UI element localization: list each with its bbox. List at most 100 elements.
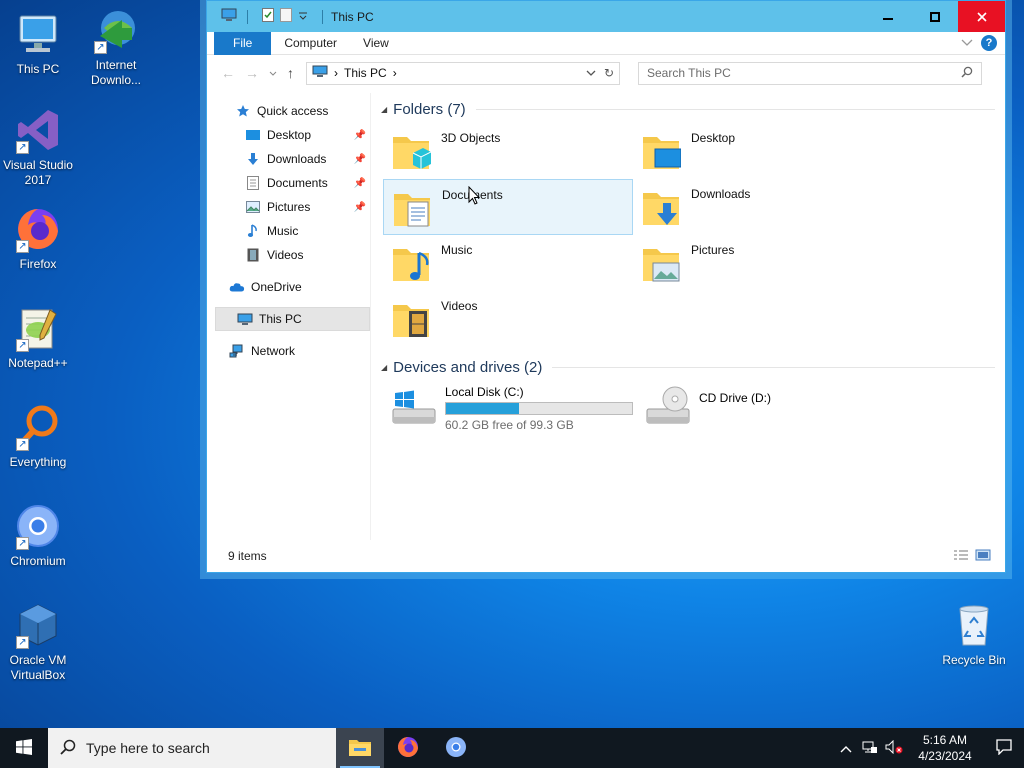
breadcrumb-this-pc[interactable]: This PC: [344, 66, 387, 80]
chevron-up-icon[interactable]: [834, 741, 858, 756]
drive-c[interactable]: Local Disk (C:) 60.2 GB free of 99.3 GB: [383, 385, 637, 432]
start-button[interactable]: [0, 728, 48, 768]
computer-icon: [221, 8, 237, 25]
pin-icon[interactable]: 📌: [354, 154, 366, 165]
folder-videos[interactable]: Videos: [383, 291, 633, 347]
virtualbox-icon: ↗: [14, 601, 62, 649]
address-bar[interactable]: › This PC › ↻: [306, 61, 620, 85]
system-tray: 5:16 AM 4/23/2024: [834, 728, 1024, 768]
pin-icon[interactable]: 📌: [354, 202, 366, 213]
taskbar-file-explorer[interactable]: [336, 728, 384, 768]
folder-desktop[interactable]: Desktop: [633, 123, 883, 179]
nav-onedrive[interactable]: OneDrive: [207, 275, 370, 299]
firefox-icon: [396, 735, 420, 762]
group-header-folders[interactable]: ◢ Folders (7): [381, 99, 1005, 119]
address-dropdown-icon[interactable]: [586, 66, 596, 80]
desktop-icon-chromium[interactable]: ↗ Chromium: [0, 502, 76, 569]
desktop-icon-visual-studio[interactable]: ↗ Visual Studio 2017: [0, 106, 76, 188]
shortcut-arrow-icon: ↗: [16, 339, 29, 352]
desktop-icon-internet-download-manager[interactable]: ↗ Internet Downlo...: [78, 6, 154, 88]
collapse-triangle-icon[interactable]: ◢: [381, 363, 387, 372]
nav-downloads[interactable]: Downloads 📌: [207, 147, 370, 171]
search-input[interactable]: [647, 66, 961, 80]
back-arrow-icon[interactable]: ←: [221, 65, 235, 81]
volume-muted-icon[interactable]: [882, 739, 906, 757]
breadcrumb-chevron-icon[interactable]: ›: [334, 66, 338, 80]
search-icon: [60, 739, 76, 758]
maximize-button[interactable]: [911, 1, 958, 32]
desktop-icon-everything[interactable]: ↗ Everything: [0, 403, 76, 470]
document-icon: [245, 175, 261, 191]
cloud-icon: [229, 279, 245, 295]
search-icon[interactable]: [961, 66, 973, 81]
folder-pictures[interactable]: Pictures: [633, 235, 883, 291]
quick-access-toolbar: [221, 8, 308, 25]
desktop-icon-notepad-plus-plus[interactable]: ↗ Notepad++: [0, 304, 76, 371]
recent-locations-icon[interactable]: [269, 66, 277, 80]
taskbar-firefox[interactable]: [384, 728, 432, 768]
folders-grid: 3D Objects Desktop Documents: [383, 123, 1005, 347]
desktop-icon-virtualbox[interactable]: ↗ Oracle VM VirtualBox: [0, 601, 76, 683]
nav-documents[interactable]: Documents 📌: [207, 171, 370, 195]
desktop-icon-firefox[interactable]: ↗ Firefox: [0, 205, 76, 272]
pin-icon[interactable]: 📌: [354, 178, 366, 189]
breadcrumb-chevron-icon[interactable]: ›: [393, 66, 397, 80]
drive-c-usage-bar: [445, 402, 633, 415]
notepad-plus-plus-icon: ↗: [14, 304, 62, 352]
nav-music[interactable]: Music: [207, 219, 370, 243]
content-pane: ◢ Folders (7) 3D Objects Desktop Downloa…: [371, 93, 1005, 540]
properties-icon[interactable]: [262, 8, 274, 25]
up-arrow-icon[interactable]: ↑: [287, 65, 294, 81]
folder-documents[interactable]: Documents: [383, 179, 633, 235]
new-folder-icon[interactable]: [280, 8, 292, 25]
clock[interactable]: 5:16 AM 4/23/2024: [906, 732, 984, 764]
large-icons-view-icon[interactable]: [975, 549, 991, 564]
nav-quick-access[interactable]: Quick access: [207, 99, 370, 123]
folder-music[interactable]: Music: [383, 235, 633, 291]
forward-arrow-icon[interactable]: →: [245, 65, 259, 81]
nav-network[interactable]: Network: [207, 339, 370, 363]
refresh-icon[interactable]: ↻: [604, 66, 614, 80]
details-view-icon[interactable]: [953, 549, 969, 564]
pin-icon[interactable]: 📌: [354, 130, 366, 141]
taskbar-chromium[interactable]: [432, 728, 480, 768]
close-button[interactable]: [958, 1, 1005, 32]
nav-videos[interactable]: Videos: [207, 243, 370, 267]
minimize-button[interactable]: [864, 1, 911, 32]
help-button[interactable]: ?: [981, 35, 997, 51]
search-box[interactable]: [638, 61, 982, 85]
music-folder-icon: [391, 241, 431, 285]
computer-icon: [312, 65, 328, 81]
tab-file[interactable]: File: [214, 31, 272, 55]
desktop-icon-recycle-bin[interactable]: Recycle Bin: [936, 601, 1012, 668]
desktop-folder-icon: [641, 129, 682, 173]
collapse-triangle-icon[interactable]: ◢: [381, 105, 387, 114]
nav-this-pc[interactable]: This PC: [215, 307, 370, 331]
title-bar[interactable]: This PC: [207, 1, 1005, 32]
drive-d-label: CD Drive (D:): [699, 391, 771, 405]
customize-toolbar-icon[interactable]: [298, 10, 308, 24]
computer-icon: [14, 10, 62, 58]
3d-cube-folder-icon: [391, 129, 432, 173]
drives-grid: Local Disk (C:) 60.2 GB free of 99.3 GB …: [383, 385, 1005, 432]
download-arrow-icon: [245, 151, 261, 167]
folder-downloads[interactable]: Downloads: [633, 179, 883, 235]
windows-logo-icon: [16, 738, 32, 758]
tab-view[interactable]: View: [350, 32, 402, 55]
taskbar-search-box[interactable]: Type here to search: [48, 728, 336, 768]
tab-computer[interactable]: Computer: [271, 32, 350, 55]
nav-pictures[interactable]: Pictures 📌: [207, 195, 370, 219]
network-status-icon[interactable]: [858, 740, 882, 757]
close-icon: [976, 9, 987, 25]
notification-center-icon[interactable]: [984, 738, 1024, 758]
window-title: This PC: [331, 9, 374, 24]
drive-d[interactable]: CD Drive (D:): [637, 385, 887, 432]
desktop-icon-this-pc[interactable]: This PC: [0, 10, 76, 77]
clock-date: 4/23/2024: [918, 749, 972, 763]
group-header-devices[interactable]: ◢ Devices and drives (2): [381, 357, 1005, 377]
expand-ribbon-icon[interactable]: [961, 36, 973, 50]
nav-desktop[interactable]: Desktop 📌: [207, 123, 370, 147]
globe-download-icon: ↗: [92, 6, 140, 54]
file-explorer-window[interactable]: This PC File Computer View ? ← → ↑ › Thi…: [206, 0, 1006, 573]
folder-3d-objects[interactable]: 3D Objects: [383, 123, 633, 179]
